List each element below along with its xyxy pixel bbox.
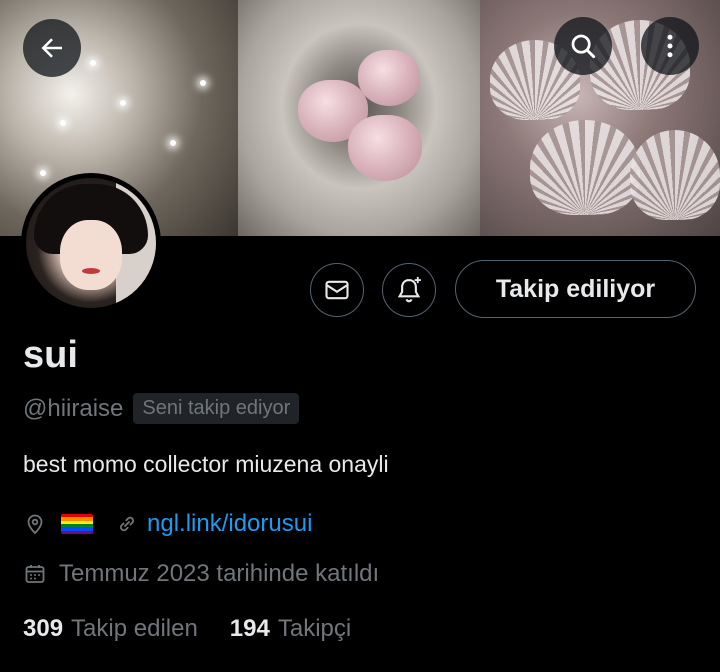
notifications-button[interactable]	[382, 263, 436, 317]
display-name: sui	[23, 334, 78, 376]
message-button[interactable]	[310, 263, 364, 317]
handle-row: @hiiraise Seni takip ediyor	[23, 393, 300, 424]
user-handle: @hiiraise	[23, 394, 124, 422]
profile-meta-joined: Temmuz 2023 tarihinde katıldı	[23, 558, 379, 590]
location-pin-icon	[23, 512, 47, 536]
bio-text: best momo collector miuzena onayli	[23, 451, 389, 477]
bell-plus-icon	[397, 276, 421, 303]
calendar-icon	[23, 562, 47, 586]
search-icon	[571, 34, 596, 59]
link-icon	[115, 512, 139, 536]
following-stat[interactable]: 309 Takip edilen	[23, 615, 198, 643]
following-label: Takip edilen	[71, 615, 198, 642]
joined-date: Temmuz 2023 tarihinde katıldı	[59, 560, 380, 587]
banner-image-shell-hearts	[238, 0, 480, 236]
search-button[interactable]	[554, 17, 612, 75]
follow-stats: 309 Takip edilen 194 Takipçi	[23, 615, 351, 643]
following-count: 309	[23, 615, 64, 642]
arrow-left-icon	[41, 38, 62, 58]
envelope-icon	[325, 280, 349, 300]
following-button[interactable]: Takip ediliyor	[455, 260, 696, 318]
avatar-image	[26, 178, 156, 308]
avatar[interactable]	[21, 173, 161, 313]
followers-label: Takipçi	[277, 615, 352, 642]
profile-meta-location-link: ngl.link/idorusui	[23, 508, 312, 540]
back-button[interactable]	[23, 19, 81, 77]
more-options-button[interactable]	[641, 17, 699, 75]
rainbow-pride-flag-icon	[61, 514, 93, 534]
more-vertical-icon	[667, 34, 673, 58]
followers-stat[interactable]: 194 Takipçi	[230, 615, 351, 643]
profile-link[interactable]: ngl.link/idorusui	[147, 510, 312, 538]
follows-you-badge: Seni takip ediyor	[133, 393, 300, 424]
followers-count: 194	[229, 615, 270, 642]
